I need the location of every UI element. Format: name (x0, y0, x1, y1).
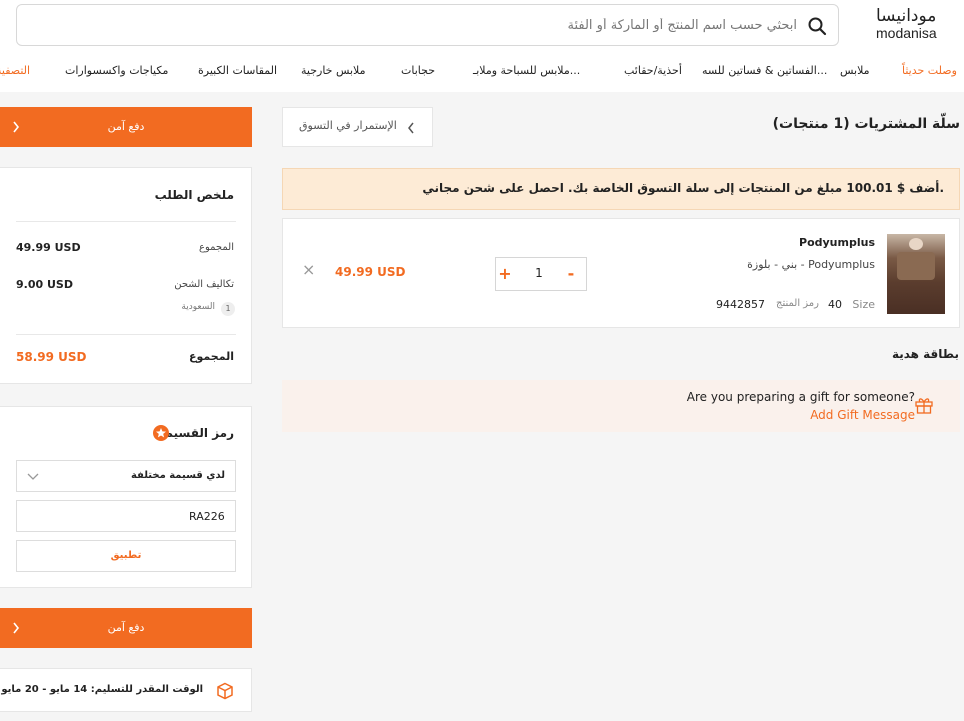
product-price: 49.99 USD (335, 265, 406, 279)
delivery-value: 14 مايو - 20 مايو (1, 684, 88, 695)
gift-card-title: بطاقة هدية (891, 347, 959, 361)
nav-outerwear[interactable]: ملابس خارجية (301, 64, 366, 82)
badge-star-icon (153, 425, 169, 441)
subtotal-value: 49.99 USD (16, 241, 81, 254)
nav-hijabs[interactable]: حجابات (401, 64, 435, 82)
remove-item-icon[interactable]: × (302, 260, 315, 279)
coupon-panel: رمز القسيمة لدي قسيمة مختلفة RA226 تطبيق (0, 406, 252, 588)
gift-card-box: Are you preparing a gift for someone? Ad… (282, 380, 960, 432)
nav-dresses[interactable]: الفساتين & فساتين للسه... (702, 64, 827, 82)
nav-makeup-accessories[interactable]: مكياجات واكسسوارات (65, 64, 168, 82)
shipping-value: 9.00 USD (16, 278, 73, 291)
nav-swimwear[interactable]: ملابس للسباحة وملابـ... (473, 64, 580, 82)
nav-sale[interactable]: التصفية (0, 64, 30, 82)
gift-icon (915, 398, 933, 414)
search-box (16, 4, 839, 46)
size-value: 40 (828, 298, 842, 311)
logo-english: modanisa (876, 25, 937, 41)
product-image[interactable] (887, 234, 945, 314)
nav-shoes-bags[interactable]: أحذية/حقائب (624, 64, 682, 82)
free-shipping-text: أضف $ 100.01 مبلغ من المنتجات إلى سلة ال… (422, 181, 944, 195)
cart-title: سلّة المشتريات (1 منتجات) (772, 116, 960, 132)
nav-plus-size[interactable]: المقاسات الكبيرة (198, 64, 277, 82)
apply-coupon-button[interactable]: تطبيق (16, 540, 236, 572)
coupon-code-input[interactable]: RA226 (16, 500, 236, 532)
coupon-select-value: لدي قسيمة مختلفة (130, 470, 225, 481)
country-badge: 1 (221, 302, 235, 316)
chevron-left-icon (408, 122, 414, 134)
chevron-down-icon (27, 473, 39, 480)
search-input[interactable] (27, 5, 797, 45)
subtotal-label: المجموع (199, 242, 234, 253)
total-label: المجموع (189, 350, 234, 363)
nav-new-arrivals[interactable]: وصلت حديثاً (902, 64, 957, 82)
quantity-value[interactable]: 1 (532, 266, 546, 280)
delivery-label: الوقت المقدر للتسليم: (90, 684, 203, 695)
quantity-minus-button[interactable]: - (564, 264, 578, 283)
nav-clothing[interactable]: ملابس (840, 64, 870, 82)
delivery-text: الوقت المقدر للتسليم: 14 مايو - 20 مايو (1, 684, 203, 695)
continue-shopping-button[interactable]: الإستمرار في التسوق (282, 107, 433, 147)
secure-pay-label-bottom: دفع آمن (107, 621, 145, 634)
free-shipping-banner: أضف $ 100.01 مبلغ من المنتجات إلى سلة ال… (282, 168, 960, 210)
coupon-code-value: RA226 (189, 510, 225, 523)
total-value: 58.99 USD (16, 350, 87, 364)
coupon-select[interactable]: لدي قسيمة مختلفة (16, 460, 236, 492)
quantity-stepper: + 1 - (495, 257, 587, 291)
order-summary: ملخص الطلب المجموع 49.99 USD تكاليف الشح… (0, 167, 252, 384)
secure-pay-button-bottom[interactable]: دفع آمن (0, 608, 252, 648)
gift-question: Are you preparing a gift for someone? (686, 390, 915, 404)
add-gift-message-link[interactable]: Add Gift Message (810, 408, 915, 422)
search-icon[interactable] (807, 16, 827, 36)
continue-shopping-label: الإستمرار في التسوق (299, 119, 397, 132)
product-code-value: 9442857 (716, 298, 765, 311)
delivery-estimate: الوقت المقدر للتسليم: 14 مايو - 20 مايو (0, 668, 252, 712)
secure-pay-button-top[interactable]: دفع آمن (0, 107, 252, 147)
quantity-plus-button[interactable]: + (498, 264, 512, 283)
size-label: Size (852, 298, 875, 311)
shipping-country: السعودية (181, 302, 215, 312)
product-brand[interactable]: Podyumplus (799, 236, 875, 249)
site-header: مودانيسا modanisa وصلت حديثاً ملابس الفس… (0, 0, 964, 92)
cart-item: Podyumplus بني - بلوزة - Podyumplus Size… (282, 218, 960, 328)
order-summary-title: ملخص الطلب (154, 188, 234, 202)
product-code-label: رمز المنتج (776, 298, 819, 309)
apply-coupon-label: تطبيق (110, 550, 142, 561)
package-icon (217, 682, 233, 700)
logo-arabic: مودانيسا (876, 6, 937, 26)
chevron-right-icon (13, 121, 20, 133)
chevron-right-icon (13, 622, 20, 634)
secure-pay-label: دفع آمن (107, 120, 145, 133)
product-description: بني - بلوزة - Podyumplus (747, 258, 875, 271)
shipping-label: تكاليف الشحن (174, 279, 234, 290)
logo[interactable]: مودانيسا modanisa (876, 6, 937, 42)
